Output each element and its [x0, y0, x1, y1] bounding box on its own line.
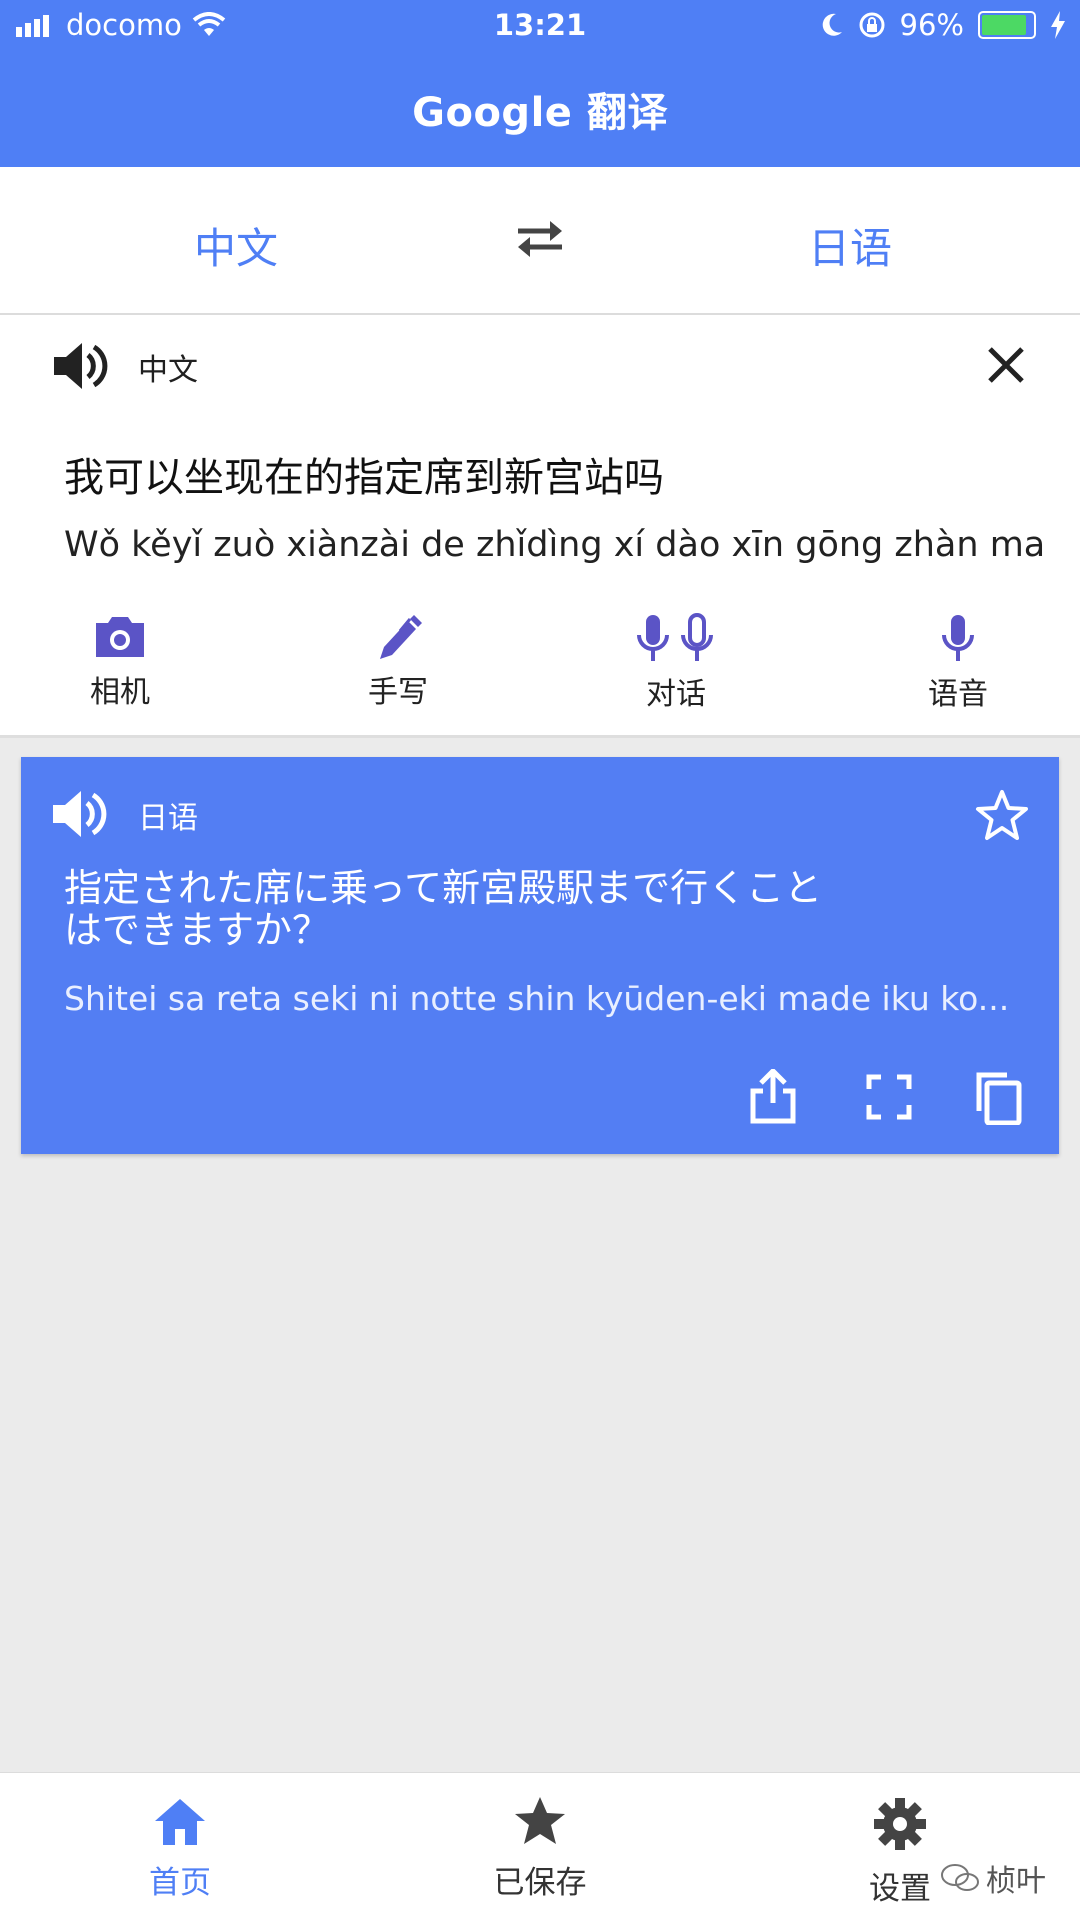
- nav-home-label: 首页: [149, 1865, 211, 1901]
- close-icon[interactable]: [986, 345, 1026, 385]
- target-language-button[interactable]: 日语: [808, 215, 892, 276]
- nav-saved[interactable]: 已保存: [460, 1795, 620, 1902]
- battery-icon: [978, 11, 1036, 39]
- handwrite-button[interactable]: 手写: [318, 613, 478, 711]
- translated-romanization: Shitei sa reta seki ni notte shin kyūden…: [64, 979, 1010, 1018]
- source-language-label: 中文: [138, 353, 198, 388]
- camera-label: 相机: [90, 675, 150, 710]
- rotation-lock-icon: [859, 12, 885, 38]
- language-bar: 中文 日语: [0, 167, 1080, 315]
- watermark-text: 桢叶: [986, 1864, 1046, 1899]
- source-romanization: Wǒ kěyǐ zuò xiànzài de zhǐdìng xí dào xī…: [64, 525, 1046, 565]
- charging-icon: [1051, 11, 1065, 39]
- star-icon: [515, 1797, 565, 1844]
- bottom-navigation: 首页 已保存 设置: [0, 1772, 1080, 1921]
- conversation-label: 对话: [646, 677, 706, 712]
- source-language-button[interactable]: 中文: [194, 215, 278, 276]
- share-icon[interactable]: [747, 1069, 799, 1125]
- speaker-icon[interactable]: [51, 789, 107, 839]
- translation-result-card: 日语 指定された席に乗って新宮殿駅まで行くことはできますか？ Shitei sa…: [21, 757, 1059, 1154]
- translated-text[interactable]: 指定された席に乗って新宮殿駅まで行くことはできますか？: [64, 867, 844, 951]
- moon-icon: [822, 13, 842, 36]
- copy-icon[interactable]: [973, 1069, 1025, 1125]
- fullscreen-icon[interactable]: [863, 1069, 915, 1125]
- battery-level: [982, 15, 1027, 35]
- camera-button[interactable]: 相机: [40, 613, 200, 711]
- watermark: 桢叶: [940, 1856, 1046, 1900]
- wechat-icon: [941, 1864, 979, 1891]
- dual-mic-icon: [637, 613, 713, 661]
- input-card: 中文 我可以坐现在的指定席到新宫站吗 Wǒ kěyǐ zuò xiànzài d…: [0, 315, 1080, 738]
- app-header: docomo 13:21 96% Google 翻译: [0, 0, 1080, 167]
- speaker-icon[interactable]: [52, 341, 108, 391]
- camera-icon: [96, 617, 144, 657]
- battery-percent: 96%: [899, 8, 964, 42]
- swap-languages-icon[interactable]: [512, 217, 568, 261]
- status-bar: docomo 13:21 96%: [0, 0, 1080, 56]
- gear-icon: [874, 1798, 926, 1850]
- star-outline-icon[interactable]: [975, 789, 1029, 841]
- nav-saved-label: 已保存: [493, 1865, 587, 1901]
- voice-button[interactable]: 语音: [878, 613, 1038, 713]
- source-text[interactable]: 我可以坐现在的指定席到新宫站吗: [64, 445, 664, 503]
- mic-icon: [942, 615, 974, 661]
- handwrite-label: 手写: [368, 675, 428, 710]
- pen-icon: [380, 615, 422, 659]
- home-icon: [155, 1799, 205, 1845]
- target-language-label: 日语: [138, 801, 198, 836]
- status-right: 96%: [820, 8, 1066, 42]
- app-title: Google 翻译: [412, 90, 668, 136]
- conversation-button[interactable]: 对话: [596, 613, 756, 713]
- nav-home[interactable]: 首页: [100, 1795, 260, 1902]
- voice-label: 语音: [928, 677, 988, 712]
